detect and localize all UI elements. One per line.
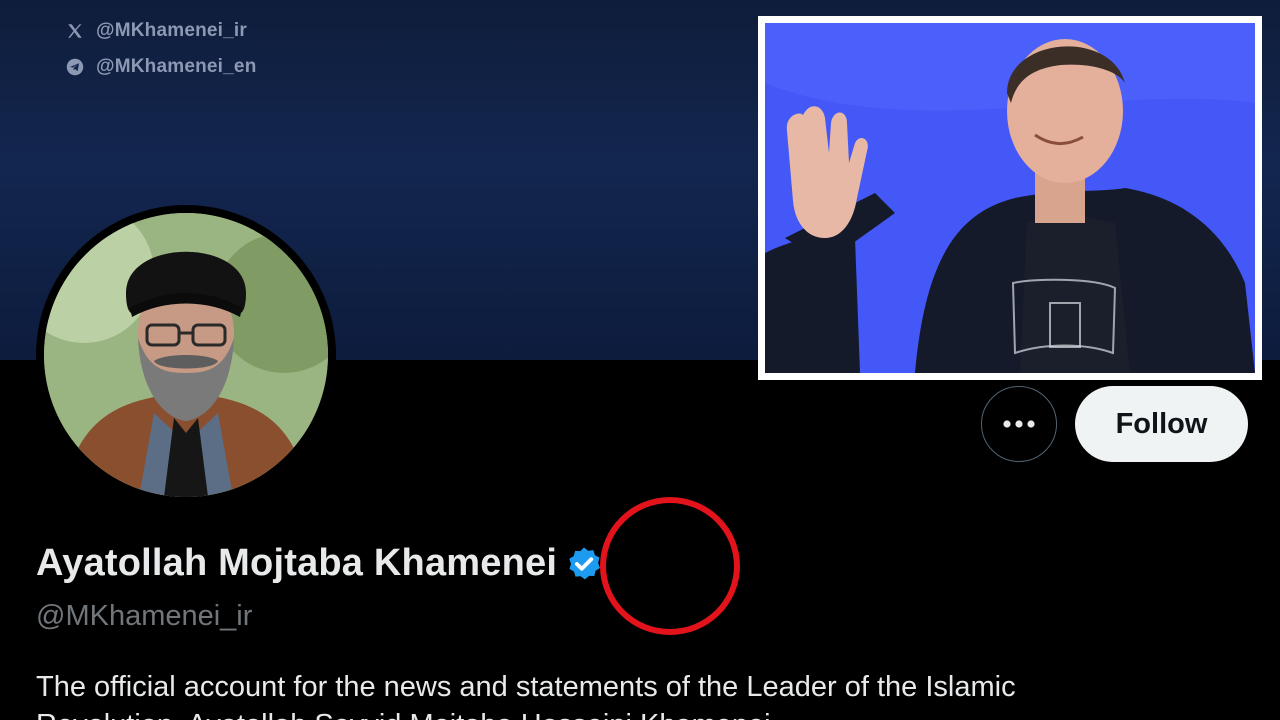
verified-badge-icon[interactable] bbox=[565, 545, 603, 583]
avatar-photo bbox=[44, 213, 328, 497]
ellipsis-icon bbox=[1003, 420, 1035, 428]
profile-avatar[interactable] bbox=[36, 205, 336, 505]
profile-handle: @MKhamenei_ir bbox=[36, 600, 253, 632]
banner-x-handle-row: @MKhamenei_ir bbox=[66, 20, 247, 42]
telegram-icon bbox=[66, 58, 84, 76]
more-options-button[interactable] bbox=[981, 386, 1057, 462]
banner-x-handle: @MKhamenei_ir bbox=[96, 20, 248, 41]
inset-photo-frame bbox=[758, 16, 1262, 380]
x-logo-icon bbox=[68, 24, 82, 38]
banner-telegram-handle: @MKhamenei_en bbox=[96, 56, 257, 77]
banner-telegram-handle-row: @MKhamenei_en bbox=[66, 56, 257, 78]
follow-button[interactable]: Follow bbox=[1075, 386, 1248, 462]
profile-name-row: Ayatollah Mojtaba Khamenei bbox=[36, 542, 603, 585]
inset-photo bbox=[765, 23, 1255, 373]
profile-bio-line2: Revolution, Ayatollah Seyyid Mojtaba Hos… bbox=[36, 706, 1256, 720]
profile-bio: The official account for the news and st… bbox=[36, 668, 1256, 720]
profile-bio-line1: The official account for the news and st… bbox=[36, 671, 1016, 703]
highlight-ring-annotation bbox=[600, 497, 740, 635]
profile-display-name: Ayatollah Mojtaba Khamenei bbox=[36, 542, 558, 584]
